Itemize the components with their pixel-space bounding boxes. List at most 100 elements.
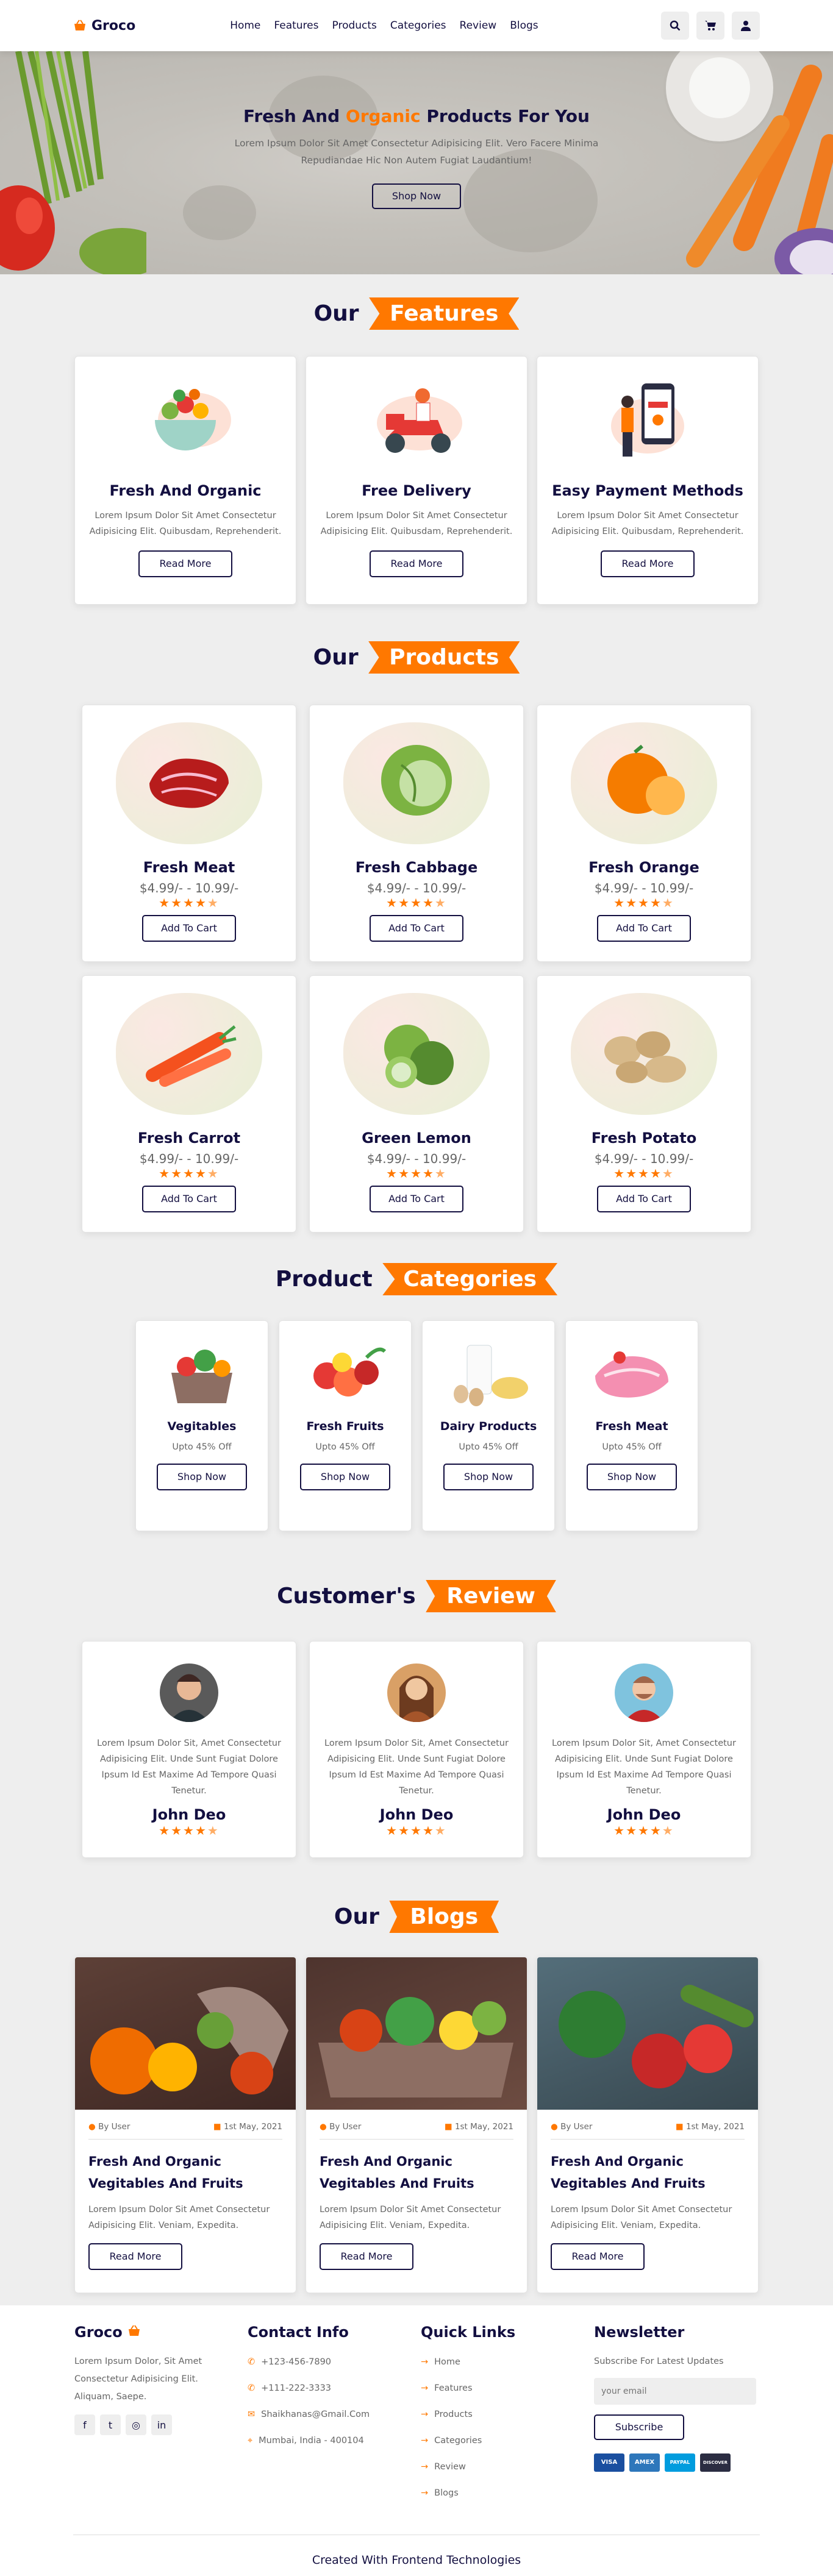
footer-credit: Created With Frontend Technologies [73,2535,760,2567]
site-footer: Groco Lorem Ipsum Dolor, Sit Amet Consec… [0,2305,833,2576]
add-to-cart-button[interactable]: Add To Cart [370,1186,463,1212]
features-heading: Our Features [0,297,833,330]
avatar [160,1663,218,1722]
review-heading: Customer's Review [0,1580,833,1612]
blog-text: Lorem Ipsum Dolor Sit Amet Consectetur A… [551,2205,732,2230]
shop-now-button[interactable]: Shop Now [300,1464,390,1490]
read-more-button[interactable]: Read More [551,2243,645,2270]
instagram-icon[interactable]: ◎ [126,2414,146,2435]
add-to-cart-button[interactable]: Add To Cart [142,1186,236,1212]
category-name: Fresh Fruits [306,1420,384,1433]
rating-stars: ★★★★★ [159,1166,220,1181]
feature-title: Easy Payment Methods [552,482,743,499]
add-to-cart-button[interactable]: Add To Cart [597,915,691,942]
product-card: Fresh Potato $4.99/- - 10.99/- ★★★★★ Add… [537,975,751,1233]
feature-card: Free Delivery Lorem Ipsum Dolor Sit Amet… [306,356,527,605]
visa-icon: VISA [594,2453,624,2472]
product-price: $4.99/- - 10.99/- [139,881,239,895]
product-card: Green Lemon $4.99/- - 10.99/- ★★★★★ Add … [309,975,524,1233]
read-more-button[interactable]: Read More [138,550,232,577]
basket-icon [129,2325,140,2336]
product-card: Fresh Meat $4.99/- - 10.99/- ★★★★★ Add T… [82,705,296,962]
footer-link-products[interactable]: → Products [421,2402,515,2428]
cart-button[interactable] [696,12,724,40]
arrow-right-icon: → [421,2436,429,2446]
arrow-right-icon: → [421,2383,429,2393]
shop-now-button[interactable]: Shop Now [157,1464,247,1490]
phone-icon: ✆ [248,2357,256,2367]
categories-heading: Product Categories [0,1263,833,1295]
category-offer: Upto 45% Off [315,1442,375,1452]
blog-card: ● By User ■ 1st May, 2021 Fresh And Organ… [74,1957,296,2293]
blog-title: Fresh And Organic Vegitables And Fruits [88,2154,243,2191]
feature-text: Lorem Ipsum Dolor Sit Amet Consectetur A… [89,511,282,536]
add-to-cart-button[interactable]: Add To Cart [370,915,463,942]
user-button[interactable] [732,12,760,40]
read-more-button[interactable]: Read More [370,550,463,577]
salad-bowl-image [155,389,231,450]
reviewer-name: John Deo [152,1806,226,1823]
footer-link-features[interactable]: → Features [421,2375,515,2402]
nav-products[interactable]: Products [332,20,377,32]
footer-link-blogs[interactable]: → Blogs [421,2480,515,2507]
review-card: Lorem Ipsum Dolor Sit, Amet Consectetur … [537,1641,751,1858]
newsletter-email-input[interactable] [594,2378,756,2405]
footer-link-categories[interactable]: → Categories [421,2428,515,2454]
add-to-cart-button[interactable]: Add To Cart [597,1186,691,1212]
phone-1[interactable]: ✆ +123-456-7890 [248,2349,370,2375]
contact-heading: Contact Info [248,2324,349,2341]
nav-review[interactable]: Review [460,20,497,32]
nav-categories[interactable]: Categories [390,20,446,32]
user-icon [741,21,751,31]
subscribe-button[interactable]: Subscribe [594,2414,684,2440]
read-more-button[interactable]: Read More [320,2243,413,2270]
newsletter-text: Subscribe For Latest Updates [594,2357,724,2366]
hero-text: Lorem Ipsum Dolor Sit Amet Consectetur A… [234,138,599,166]
phone-icon: ✆ [248,2383,256,2393]
shop-now-button[interactable]: Shop Now [587,1464,677,1490]
blog-image [90,1987,288,2094]
feature-title: Fresh And Organic [109,482,262,499]
nav-features[interactable]: Features [274,20,318,32]
product-name: Fresh Meat [143,859,235,876]
twitter-icon[interactable]: t [100,2414,121,2435]
search-button[interactable] [661,12,689,40]
phone-2[interactable]: ✆ +111-222-3333 [248,2375,370,2402]
mobile-payment-image [611,383,684,457]
blog-card: ● By User ■ 1st May, 2021 Fresh And Organ… [537,1957,759,2293]
nav-home[interactable]: Home [230,20,260,32]
shopping-cart-icon [705,21,716,30]
blog-date: ■ 1st May, 2021 [444,2122,513,2132]
product-card: Fresh Cabbage $4.99/- - 10.99/- ★★★★★ Ad… [309,705,524,962]
add-to-cart-button[interactable]: Add To Cart [142,915,236,942]
footer-link-home[interactable]: → Home [421,2349,515,2375]
blog-date: ■ 1st May, 2021 [675,2122,745,2132]
nav-blogs[interactable]: Blogs [510,20,538,32]
paypal-icon: PAYPAL [665,2453,695,2472]
product-card: Fresh Orange $4.99/- - 10.99/- ★★★★★ Add… [537,705,751,962]
feature-card: Easy Payment Methods Lorem Ipsum Dolor S… [537,356,759,605]
facebook-icon[interactable]: f [74,2414,95,2435]
blog-author: ● By User [320,2122,362,2132]
hero-title: Fresh And Organic Products For You [243,106,590,126]
quick-links-heading: Quick Links [421,2324,516,2341]
blog-title: Fresh And Organic Vegitables And Fruits [320,2154,474,2191]
read-more-button[interactable]: Read More [601,550,695,577]
dairy-image [454,1345,528,1406]
amex-icon: AMEX [629,2453,660,2472]
product-card: Fresh Carrot $4.99/- - 10.99/- ★★★★★ Add… [82,975,296,1233]
footer-link-review[interactable]: → Review [421,2454,515,2480]
shop-now-button[interactable]: Shop Now [443,1464,534,1490]
newsletter-heading: Newsletter [594,2324,685,2341]
meat-image [595,1351,668,1398]
blog-image [318,1997,513,2097]
read-more-button[interactable]: Read More [88,2243,182,2270]
linkedin-icon[interactable]: in [151,2414,172,2435]
blog-author: ● By User [551,2122,593,2132]
logo[interactable]: Groco [73,18,135,34]
blog-image [559,1985,754,2088]
blog-date: ■ 1st May, 2021 [213,2122,282,2132]
shop-now-button[interactable]: Shop Now [372,183,461,209]
meat-image [149,758,229,808]
email[interactable]: ✉ Shaikhanas@Gmail.Com [248,2402,370,2428]
